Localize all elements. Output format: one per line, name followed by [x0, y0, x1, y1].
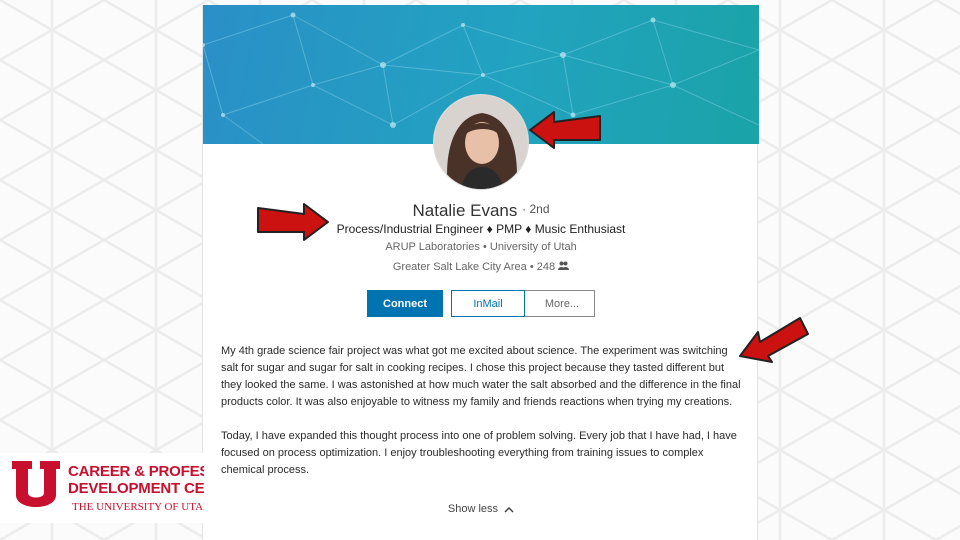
connections-icon — [558, 261, 570, 270]
connection-degree: 2nd — [529, 202, 550, 216]
profile-photo[interactable] — [433, 94, 529, 190]
show-less-label: Show less — [447, 503, 499, 515]
profile-card: Natalie Evans · 2nd Process/Industrial E… — [202, 5, 759, 540]
university-logo: CAREER & PROFESSI DEVELOPMENT CENT THE U… — [0, 453, 204, 523]
connect-button[interactable]: Connect — [367, 290, 443, 317]
annotation-arrow-summary — [739, 317, 809, 363]
logo-text-line-2: DEVELOPMENT CENT — [68, 480, 204, 497]
annotation-arrow-headline — [257, 203, 329, 241]
about-section: My 4th grade science fair project was wh… — [221, 343, 741, 479]
profile-school[interactable]: University of Utah — [490, 241, 577, 253]
profile-company[interactable]: ARUP Laboratories — [385, 241, 480, 253]
person-photo-icon — [434, 95, 528, 189]
logo-university-name: THE UNIVERSITY OF UTAH — [72, 501, 204, 513]
more-button[interactable]: More... — [519, 290, 595, 317]
chevron-up-icon — [504, 506, 514, 513]
profile-name: Natalie Evans — [412, 201, 518, 220]
connections-count[interactable]: 248 — [537, 261, 555, 273]
inmail-button[interactable]: InMail — [451, 290, 525, 317]
profile-location-row: Greater Salt Lake City Area • 248 — [203, 261, 759, 273]
about-paragraph: My 4th grade science fair project was wh… — [221, 345, 741, 408]
about-paragraph: Today, I have expanded this thought proc… — [221, 430, 737, 476]
show-less-link[interactable]: Show less — [203, 503, 759, 515]
block-u-logo-icon — [12, 461, 60, 507]
profile-location: Greater Salt Lake City Area — [392, 261, 527, 273]
logo-text-line-1: CAREER & PROFESSI — [68, 463, 204, 480]
annotation-arrow-photo — [529, 111, 601, 149]
